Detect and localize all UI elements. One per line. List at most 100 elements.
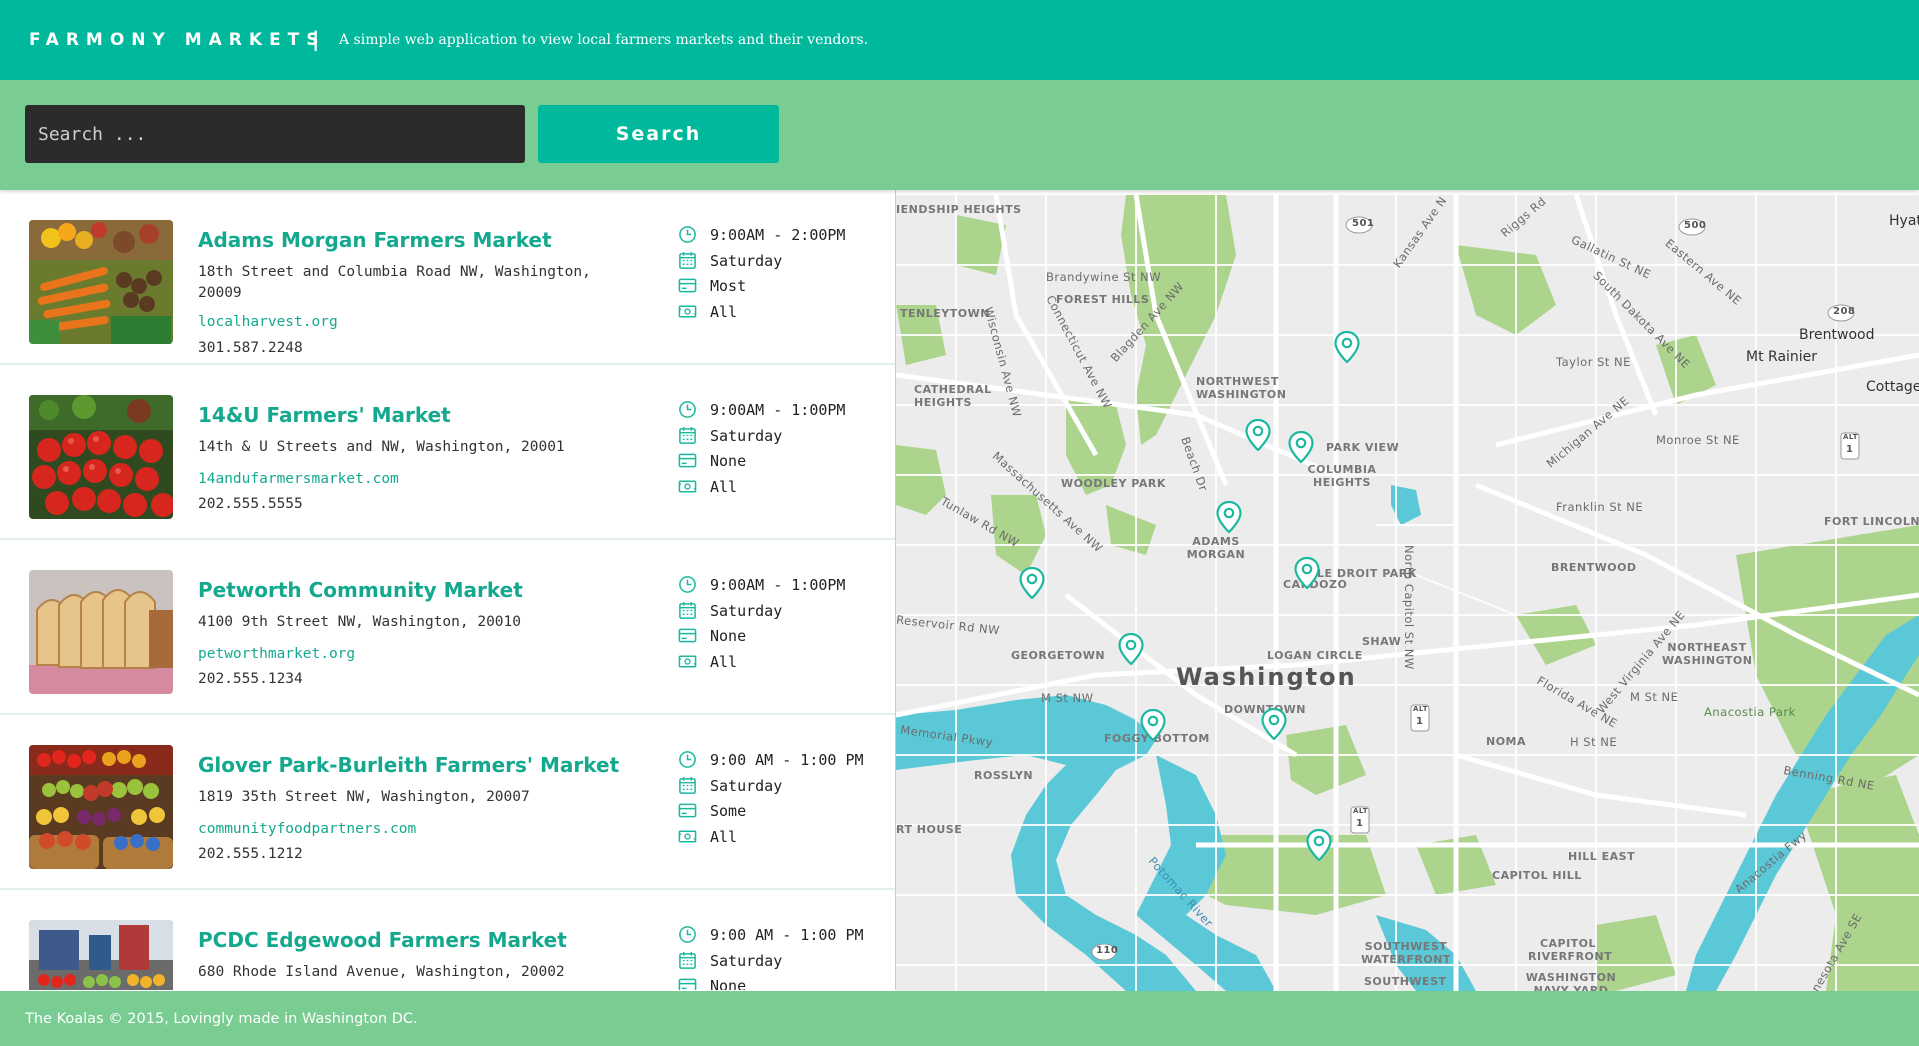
app-footer: The Koalas © 2015, Lovingly made in Wash… xyxy=(0,991,1919,1046)
map-label: CATHEDRAL HEIGHTS xyxy=(914,383,992,409)
market-website-link[interactable]: 14andufarmersmarket.com xyxy=(198,471,399,487)
credit-card-icon xyxy=(678,801,697,820)
markets-map[interactable]: 501 500 208 110 ALT 1 ALT 1 ALT 1 IENDSH… xyxy=(896,195,1919,991)
market-address: 18th Street and Columbia Road NW, Washin… xyxy=(198,264,591,301)
map-label: Monroe St NE xyxy=(1656,433,1740,447)
brand-logo[interactable]: FARMONY MARKETS xyxy=(29,30,326,50)
market-day: Saturday xyxy=(710,776,783,795)
market-name[interactable]: 14&U Farmers' Market xyxy=(198,403,451,427)
map-label: Taylor St NE xyxy=(1556,355,1631,369)
map-label: BRENTWOOD xyxy=(1551,561,1637,574)
footer-text: The Koalas © 2015, Lovingly made in Wash… xyxy=(25,1011,418,1027)
map-route-shield: 110 xyxy=(1096,945,1119,956)
calendar-icon xyxy=(678,251,697,270)
market-address: 680 Rhode Island Avenue, Washington, 200… xyxy=(198,964,565,980)
credit-card-icon xyxy=(678,276,697,295)
map-route-shield: ALT xyxy=(1353,807,1368,815)
map-label: WASHINGTON NAVY YARD xyxy=(1525,971,1617,991)
map-label: ROSSLYN xyxy=(974,769,1034,782)
market-phone: 301.587.2248 xyxy=(198,340,303,356)
market-hours: 9:00AM - 1:00PM xyxy=(710,576,846,594)
map-route-shield: ALT xyxy=(1413,705,1428,713)
map-label: LOGAN CIRCLE xyxy=(1267,649,1363,662)
market-list[interactable]: Adams Morgan Farmers Market 18th Street … xyxy=(0,190,896,990)
map-marker-pin[interactable] xyxy=(1245,419,1271,451)
bread-image xyxy=(29,570,173,694)
map-marker-pin[interactable] xyxy=(1140,709,1166,741)
map-route-shield: 501 xyxy=(1352,218,1375,229)
map-route-shield: 500 xyxy=(1684,220,1707,231)
map-marker-pin[interactable] xyxy=(1216,501,1242,533)
market-list-item[interactable]: 14&U Farmers' Market 14th & U Streets an… xyxy=(0,365,895,540)
clock-icon xyxy=(678,400,697,419)
market-season: All xyxy=(710,652,738,671)
app-header: FARMONY MARKETS | A simple web applicati… xyxy=(0,0,1919,80)
search-button[interactable]: Search xyxy=(538,105,779,163)
market-season: All xyxy=(710,827,738,846)
map-label: Mt Rainier xyxy=(1746,349,1818,365)
map-marker-pin[interactable] xyxy=(1118,633,1144,665)
market-stall-image xyxy=(29,920,173,990)
map-marker-pin[interactable] xyxy=(1294,557,1320,589)
map-label: SHAW xyxy=(1362,635,1402,648)
map-label: ADAMS MORGAN xyxy=(1186,535,1246,561)
market-hours: 9:00AM - 1:00PM xyxy=(710,401,846,419)
market-hours: 9:00 AM - 1:00 PM xyxy=(710,926,864,944)
market-list-item[interactable]: Glover Park-Burleith Farmers' Market 181… xyxy=(0,715,895,890)
market-payment: None xyxy=(710,977,747,990)
cash-icon xyxy=(678,477,697,496)
calendar-icon xyxy=(678,776,697,795)
map-route-shield: ALT xyxy=(1843,433,1858,441)
market-address: 14th & U Streets and NW, Washington, 200… xyxy=(198,439,565,455)
map-marker-pin[interactable] xyxy=(1334,331,1360,363)
market-hours: 9:00 AM - 1:00 PM xyxy=(710,751,864,769)
market-list-item[interactable]: PCDC Edgewood Farmers Market 680 Rhode I… xyxy=(0,890,895,990)
map-marker-pin[interactable] xyxy=(1288,431,1314,463)
market-name[interactable]: Petworth Community Market xyxy=(198,578,523,602)
map-marker-pin[interactable] xyxy=(1261,708,1287,740)
map-label: Franklin St NE xyxy=(1556,500,1644,514)
market-season: All xyxy=(710,477,738,496)
credit-card-icon xyxy=(678,976,697,990)
map-label: RT HOUSE xyxy=(896,823,963,836)
tomatoes-image xyxy=(29,395,173,519)
search-input[interactable] xyxy=(25,105,525,163)
clock-icon xyxy=(678,225,697,244)
market-payment: None xyxy=(710,452,747,470)
market-name[interactable]: PCDC Edgewood Farmers Market xyxy=(198,928,567,952)
market-address: 1819 35th Street NW, Washington, 20007 xyxy=(198,789,530,805)
map-marker-pin[interactable] xyxy=(1019,567,1045,599)
map-route-shield: 1 xyxy=(1356,818,1364,829)
map-label: TENLEYTOWN xyxy=(900,307,990,320)
market-website-link[interactable]: localharvest.org xyxy=(198,314,338,330)
map-label: SOUTHWEST WATERFRONT xyxy=(1361,940,1451,966)
market-name[interactable]: Glover Park-Burleith Farmers' Market xyxy=(198,753,619,777)
cash-icon xyxy=(678,652,697,671)
map-label: Hyat xyxy=(1889,213,1919,229)
map-marker-pin[interactable] xyxy=(1306,829,1332,861)
map-label: IENDSHIP HEIGHTS xyxy=(896,203,1022,216)
map-route-shield: 208 xyxy=(1833,306,1856,317)
map-label: North Capitol St NW xyxy=(1402,545,1416,670)
map-label: CAPITOL RIVERFRONT xyxy=(1528,937,1613,963)
market-name[interactable]: Adams Morgan Farmers Market xyxy=(198,228,552,252)
map-route-shield: 1 xyxy=(1416,716,1424,727)
map-label: PARK VIEW xyxy=(1326,441,1400,454)
market-day: Saturday xyxy=(710,426,783,445)
market-list-item[interactable]: Adams Morgan Farmers Market 18th Street … xyxy=(0,190,895,365)
map-city-label: Washington xyxy=(1176,663,1357,691)
market-season: All xyxy=(710,302,738,321)
search-bar: Search xyxy=(0,80,1919,190)
market-list-item[interactable]: Petworth Community Market 4100 9th Stree… xyxy=(0,540,895,715)
market-website-link[interactable]: communityfoodpartners.com xyxy=(198,821,416,837)
map-label: Brandywine St NW xyxy=(1046,270,1162,284)
produce-baskets-image xyxy=(29,745,173,869)
market-address: 4100 9th Street NW, Washington, 20010 xyxy=(198,614,522,630)
calendar-icon xyxy=(678,426,697,445)
cash-icon xyxy=(678,302,697,321)
market-website-link[interactable]: petworthmarket.org xyxy=(198,646,355,662)
calendar-icon xyxy=(678,951,697,970)
map-label: M St NW xyxy=(1041,691,1094,705)
map-label: COLUMBIA HEIGHTS xyxy=(1307,463,1377,489)
clock-icon xyxy=(678,925,697,944)
